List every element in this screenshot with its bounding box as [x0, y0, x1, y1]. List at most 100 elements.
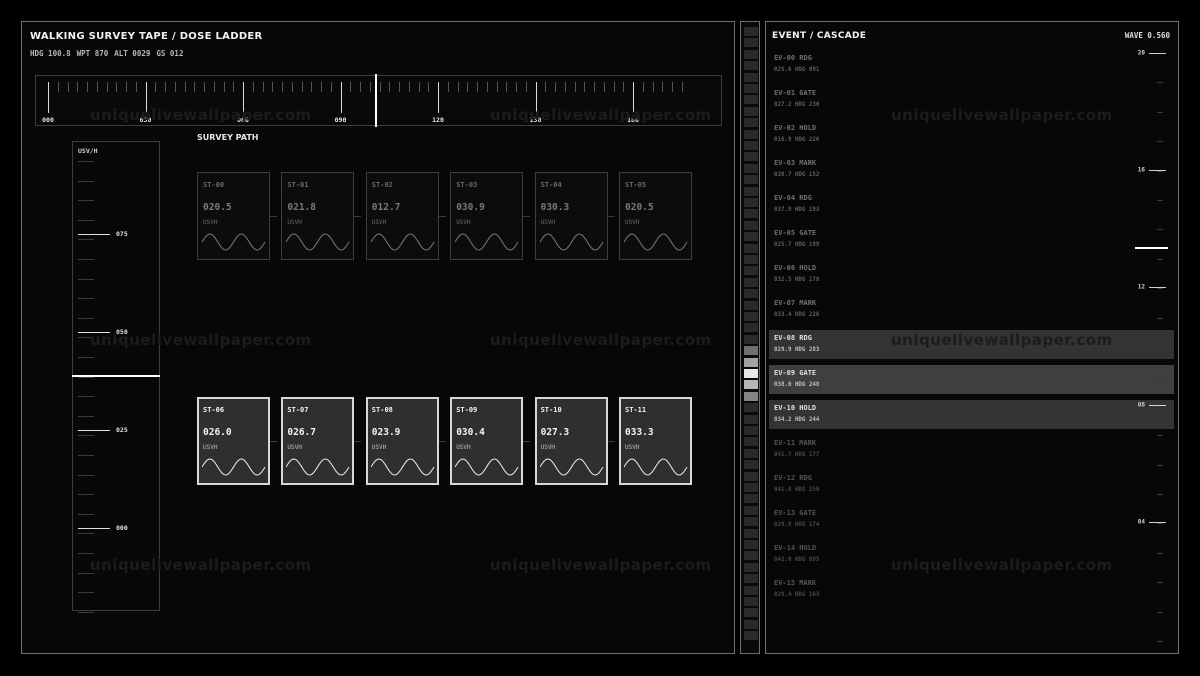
event-row[interactable]: EV-10 HOLD 034.2 HDG 244 — [769, 400, 1174, 429]
tape-minor-tick — [379, 82, 381, 92]
level-segment — [744, 141, 758, 150]
path-connector — [607, 441, 615, 442]
station-unit: USVH — [456, 444, 471, 451]
event-row[interactable]: EV-03 MARK 038.7 HDG 152 — [769, 155, 1174, 184]
tape-minor-tick — [116, 82, 118, 92]
tape-major-tick — [48, 82, 49, 113]
ladder-major-tick — [78, 234, 110, 235]
event-detail: 027.2 HDG 230 — [774, 102, 820, 108]
event-name: EV-01 GATE — [774, 89, 817, 97]
tape-minor-tick — [428, 82, 430, 92]
station-card[interactable]: ST-00 020.5 USVH — [197, 172, 270, 260]
event-row[interactable]: EV-09 GATE 038.0 HDG 248 — [769, 365, 1174, 394]
scale-label: 20 — [1137, 49, 1145, 57]
ladder-unit: USV/H — [78, 147, 98, 155]
station-value: 027.3 — [540, 427, 570, 438]
level-segment — [744, 540, 758, 549]
event-row[interactable]: EV-11 MARK 041.7 HDG 177 — [769, 435, 1174, 464]
station-waveform — [455, 458, 519, 476]
station-card[interactable]: ST-09 030.4 USVH — [450, 397, 524, 485]
panel-title: WALKING SURVEY TAPE / DOSE LADDER — [30, 31, 263, 42]
station-card[interactable]: ST-01 021.8 USVH — [281, 172, 355, 260]
station-card[interactable]: ST-10 027.3 USVH — [534, 397, 608, 485]
tape-minor-tick — [389, 82, 391, 92]
tape-minor-tick — [262, 82, 264, 92]
event-row[interactable]: EV-15 MARK 029.4 HDG 163 — [769, 575, 1174, 604]
scale-minor-tick — [1157, 552, 1163, 554]
level-segment — [744, 323, 758, 333]
heading-cursor — [374, 74, 377, 127]
station-card[interactable]: ST-04 030.3 USVH — [534, 172, 608, 260]
level-segment — [744, 198, 758, 207]
tape-minor-tick — [584, 82, 586, 92]
event-detail: 033.4 HDG 226 — [774, 312, 820, 318]
event-row[interactable]: EV-02 HOLD 016.9 HDG 226 — [769, 120, 1174, 149]
event-row[interactable]: EV-05 GATE 025.7 HDG 199 — [769, 225, 1174, 254]
tape-label: 150 — [529, 116, 542, 124]
tape-minor-tick — [311, 82, 313, 92]
level-segment — [744, 414, 758, 424]
event-row[interactable]: EV-08 RDG 029.9 HDG 283 — [769, 330, 1174, 359]
station-unit: USVH — [625, 444, 640, 451]
station-id: ST-00 — [203, 181, 225, 189]
ladder-minor-tick — [78, 396, 94, 398]
station-waveform — [286, 458, 350, 476]
scale-minor-tick — [1157, 141, 1163, 143]
event-row[interactable]: EV-01 GATE 027.2 HDG 230 — [769, 85, 1174, 114]
path-connector — [523, 216, 531, 217]
waveform-line — [370, 458, 435, 476]
scale-label: 16 — [1137, 166, 1145, 174]
station-value: 023.9 — [371, 427, 401, 438]
tape-minor-tick — [360, 82, 361, 92]
tape-minor-tick — [272, 82, 274, 92]
station-card[interactable]: ST-11 033.3 USVH — [619, 397, 692, 485]
event-detail: 034.2 HDG 244 — [774, 417, 820, 423]
level-segment — [744, 334, 758, 344]
path-connector — [270, 441, 277, 442]
ladder-minor-tick — [78, 278, 94, 280]
station-id: ST-09 — [456, 406, 478, 414]
event-row[interactable]: EV-04 RDG 037.9 HDG 193 — [769, 190, 1174, 219]
station-card[interactable]: ST-03 030.9 USVH — [450, 172, 524, 260]
level-segment — [744, 277, 758, 287]
station-unit: USVH — [456, 219, 471, 226]
station-card[interactable]: ST-06 026.0 USVH — [197, 397, 270, 485]
scale-minor-tick — [1157, 641, 1163, 642]
station-id: ST-06 — [203, 406, 225, 414]
station-card[interactable]: ST-05 020.5 USVH — [619, 172, 692, 260]
ladder-label: 025 — [116, 426, 128, 434]
event-row[interactable]: EV-14 HOLD 042.0 HDG 095 — [769, 540, 1174, 569]
station-card[interactable]: ST-02 012.7 USVH — [365, 172, 439, 260]
event-row[interactable]: EV-07 MARK 033.4 HDG 226 — [769, 295, 1174, 324]
event-row[interactable]: EV-12 RDG 041.0 HDG 250 — [769, 470, 1174, 499]
level-segment — [744, 61, 758, 71]
tape-major-tick — [243, 82, 244, 113]
station-card[interactable]: ST-08 023.9 USVH — [365, 397, 439, 485]
scale-label: 12 — [1137, 283, 1145, 291]
scale-major-tick — [1149, 287, 1166, 289]
event-row[interactable]: EV-00 RDG 025.6 HDG 091 — [769, 50, 1174, 79]
station-id: ST-05 — [625, 181, 647, 189]
scale-minor-tick — [1157, 435, 1163, 437]
level-segment — [744, 232, 758, 242]
event-name: EV-10 HOLD — [774, 404, 817, 412]
event-row[interactable]: EV-06 HOLD 032.5 HDG 178 — [769, 260, 1174, 289]
path-connector — [438, 441, 446, 442]
tape-minor-tick — [291, 82, 293, 92]
waveform-line — [370, 233, 435, 251]
ladder-minor-tick — [78, 259, 94, 260]
event-name: EV-09 GATE — [774, 369, 817, 377]
waveform-line — [286, 233, 350, 251]
path-connector — [438, 216, 446, 217]
heading-tape[interactable]: 000 030 060 090 120 150 180 — [35, 74, 722, 127]
level-segment — [744, 27, 758, 36]
dose-ladder[interactable]: USV/H 075 050 025 000 — [72, 141, 160, 613]
event-name: EV-03 MARK — [774, 159, 817, 167]
path-connector — [270, 216, 277, 217]
level-segment — [744, 289, 758, 299]
tape-minor-tick — [301, 82, 303, 92]
event-row[interactable]: EV-13 GATE 029.8 HDG 174 — [769, 505, 1174, 534]
station-card[interactable]: ST-07 026.7 USVH — [281, 397, 355, 485]
level-segment — [744, 129, 758, 139]
scale-minor-tick — [1157, 82, 1163, 84]
